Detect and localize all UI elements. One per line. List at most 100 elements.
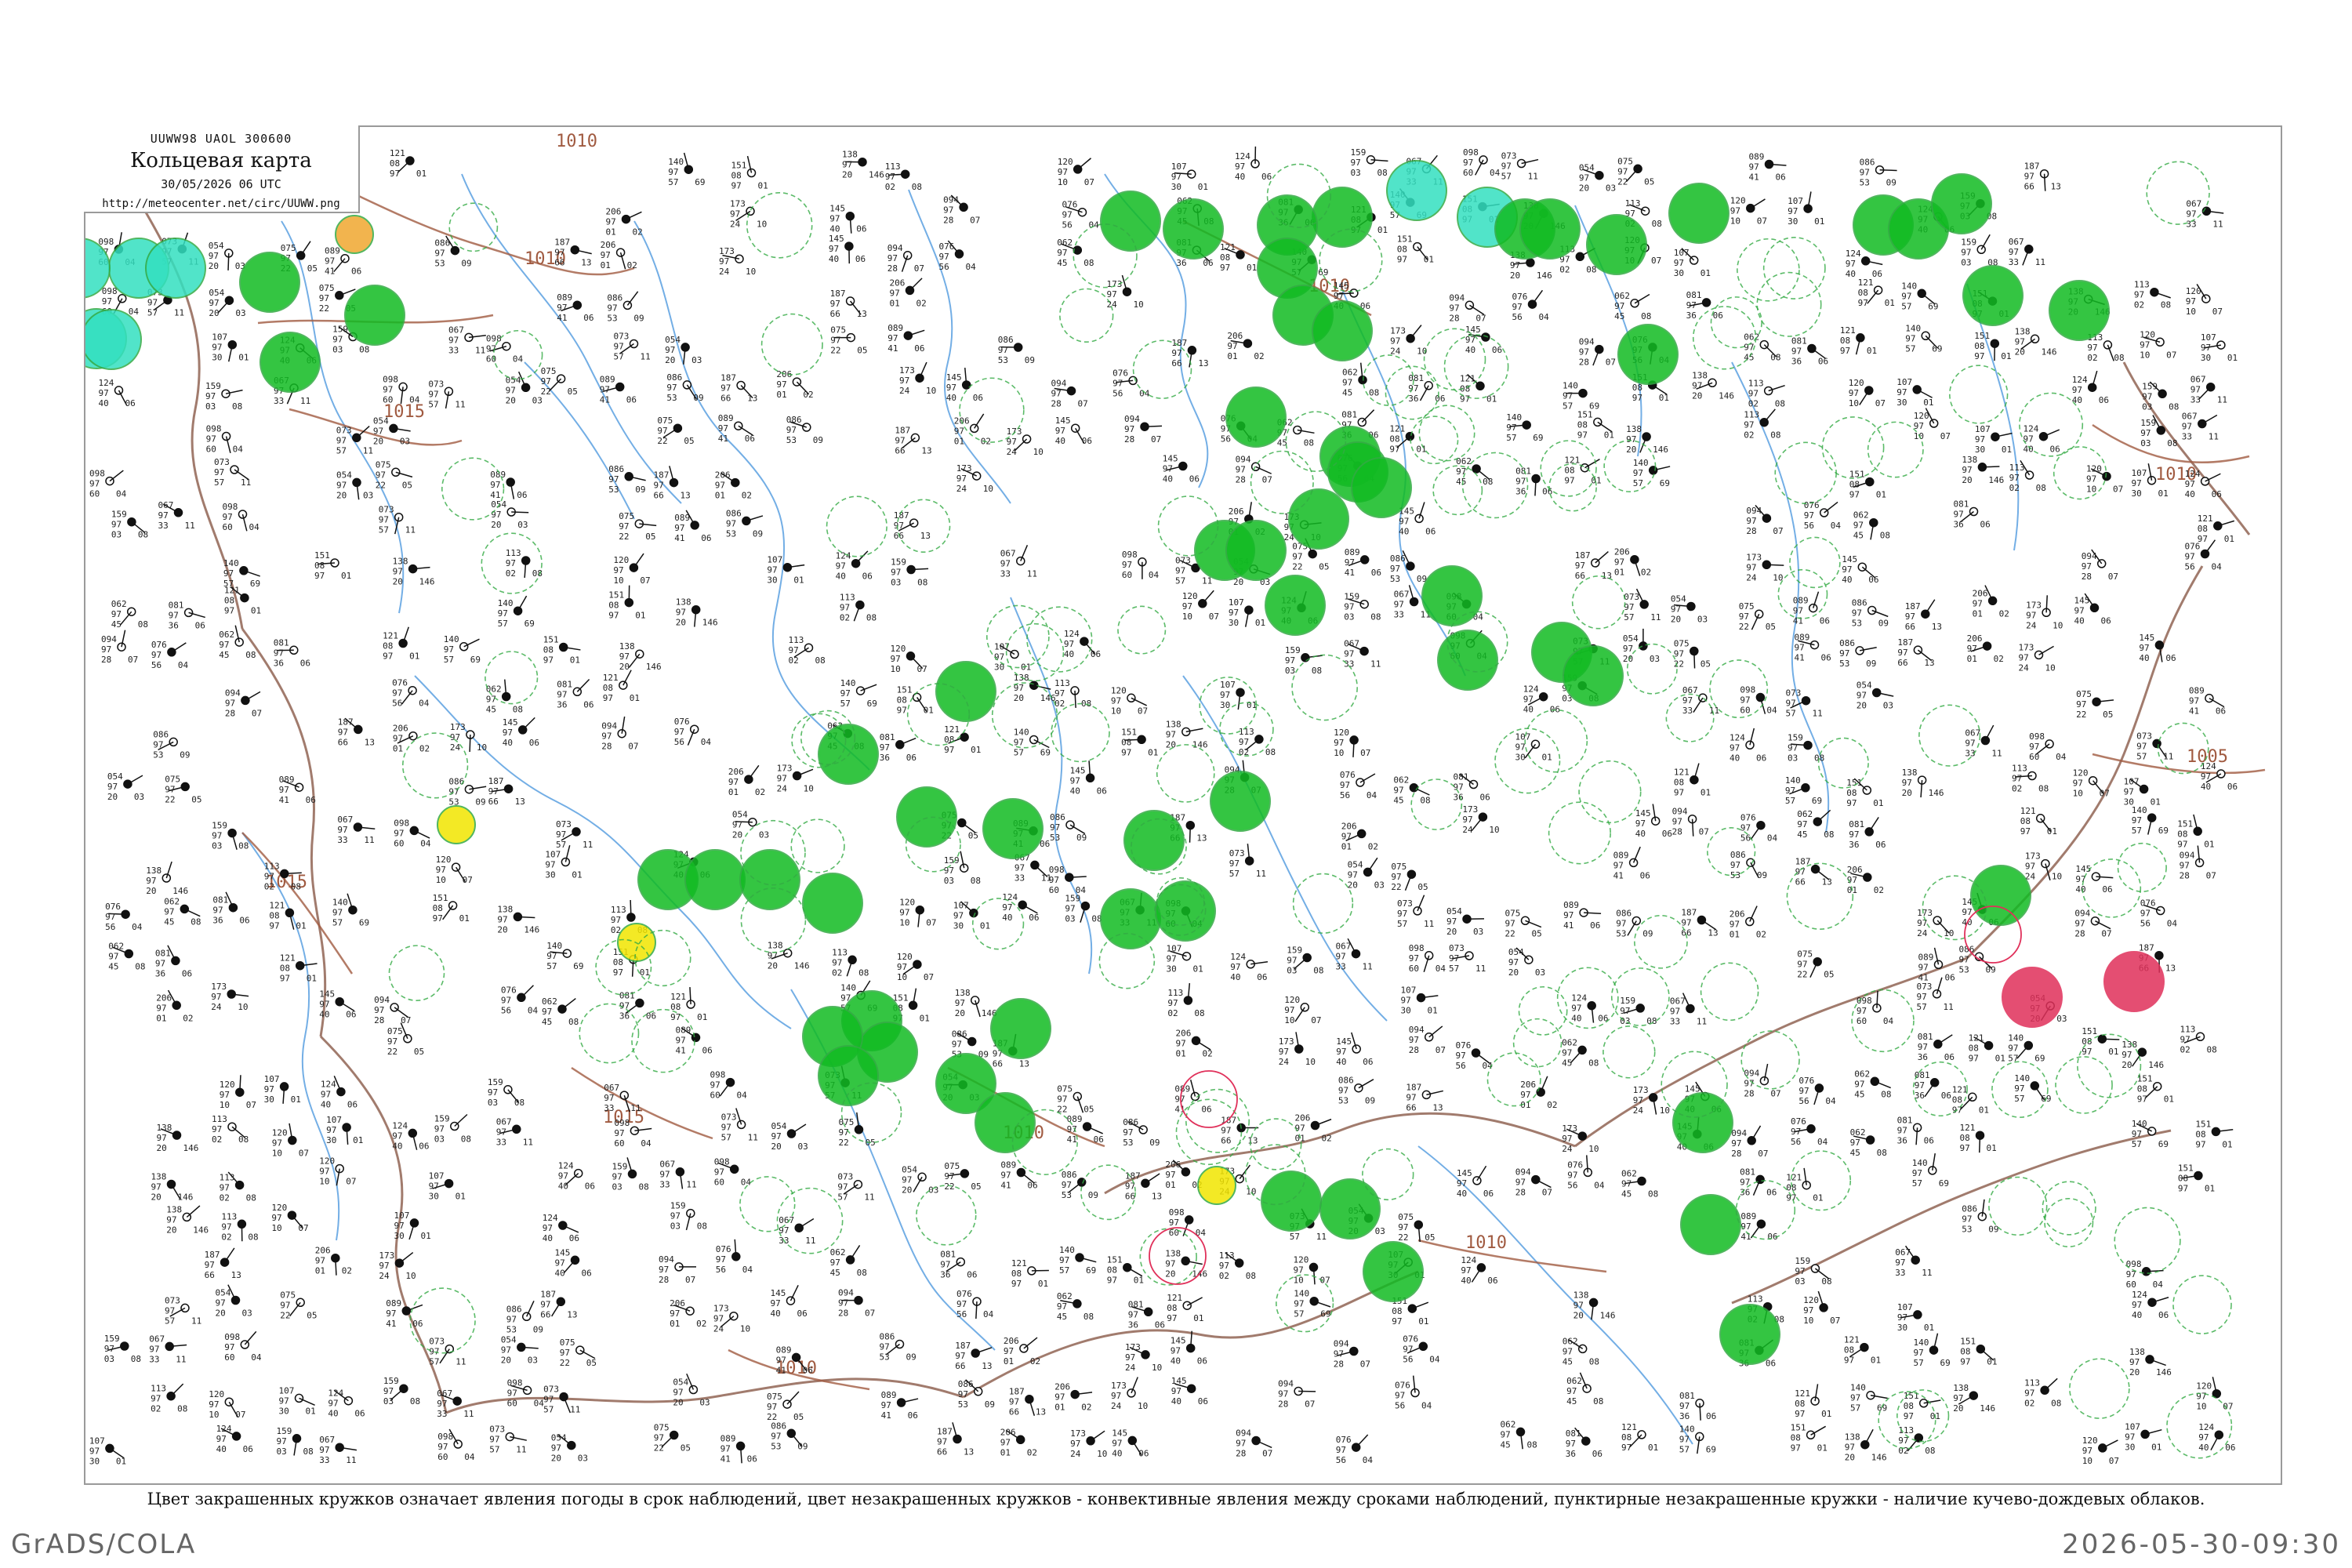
weather-circle-rain: [1586, 214, 1647, 275]
station-temp: 97: [392, 688, 402, 699]
station-pressure: 145: [1635, 808, 1651, 818]
footer-timestamp: 2026-05-30-09:30: [2062, 1529, 2341, 1560]
map-url[interactable]: http://meteocenter.net/circ/UUWW.png: [84, 198, 358, 210]
station-dew: 57: [1914, 1358, 1924, 1368]
station-temp: 97: [1235, 162, 1245, 172]
station-dew: 20: [1671, 615, 1681, 625]
station-temp: 08: [1960, 1133, 1970, 1143]
station-dew: 60: [89, 489, 100, 499]
station-model: 120971007: [2186, 284, 2223, 317]
station-temp: 08: [1858, 288, 1868, 298]
station-extra: 08: [1881, 1089, 1891, 1099]
station-model: 107973001: [1896, 377, 1933, 408]
station-temp: 97: [1670, 1007, 1680, 1017]
station-dew: 10: [891, 664, 901, 674]
station-dew: 57: [1624, 612, 1634, 622]
station-dew: 28: [1449, 313, 1459, 323]
station-extra: 04: [528, 1005, 539, 1015]
station-model: 1389720146: [676, 597, 718, 628]
station-extra: 08: [1083, 258, 1094, 268]
station-dot: [1642, 432, 1651, 441]
station-temp: 97: [1409, 1035, 1419, 1045]
wind-barb: [626, 291, 639, 306]
station-pressure: 120: [1730, 196, 1746, 206]
station-dew: 40: [2074, 615, 2085, 626]
station-pressure: 073: [1501, 151, 1517, 162]
station-extra: 09: [1076, 833, 1087, 843]
station-temp: 97: [1058, 167, 1068, 177]
station-extra: 06: [351, 267, 361, 277]
station-extra: 09: [1642, 929, 1653, 939]
station-pressure: 159: [383, 1376, 399, 1386]
station-extra: 05: [968, 831, 978, 841]
station-model: 1389720146: [157, 1123, 199, 1153]
station-model: 107973001: [394, 1210, 431, 1241]
station-model: 054972003: [501, 1334, 539, 1365]
station-dew: 40: [1163, 474, 1173, 485]
cb-ring: [1774, 441, 1837, 505]
station-temp: 08: [2020, 816, 2031, 826]
station-dew: 10: [220, 1100, 230, 1110]
station-dew: 97: [383, 652, 393, 662]
station-temp: 97: [212, 906, 223, 916]
station-pressure: 073: [336, 425, 352, 435]
station-extra: 13: [681, 491, 691, 501]
station-pressure: 159: [205, 381, 221, 391]
station-dew: 56: [1567, 1180, 1577, 1190]
station-dew: 45: [486, 705, 496, 715]
station-dew: 60: [223, 522, 233, 532]
station-temp: 97: [885, 172, 895, 182]
station-dew: 53: [1050, 833, 1060, 843]
station-pressure: 094: [1672, 807, 1688, 817]
station-extra: 06: [1487, 1276, 1497, 1286]
station-pressure: 140: [2132, 1119, 2147, 1129]
station-extra: 03: [1697, 615, 1708, 625]
station-pressure: 124: [2072, 375, 2088, 385]
station-dew: 03: [1788, 753, 1798, 764]
station-extra: 10: [926, 386, 936, 396]
station-pressure: 067: [1344, 639, 1359, 649]
station-dew: 22: [1674, 659, 1684, 670]
station-extra: 04: [1817, 1137, 1828, 1147]
station-model: 098976004: [437, 1428, 475, 1462]
station-temp: 97: [1230, 962, 1240, 972]
station-extra: 02: [183, 1013, 193, 1023]
station-temp: 97: [1070, 1439, 1080, 1449]
station-model: 086975309: [1338, 1076, 1375, 1106]
station-temp: 97: [1457, 1178, 1467, 1189]
station-pressure: 113: [2009, 463, 2025, 473]
station-dew: 56: [1791, 1137, 1801, 1147]
station-extra: 06: [182, 968, 192, 978]
station-pressure: 081: [1686, 290, 1702, 300]
station-model: 075972205: [767, 1391, 804, 1422]
station-dew: 33: [496, 1137, 506, 1147]
station-model: 145974006: [771, 1284, 808, 1319]
station-model: 098976004: [1740, 685, 1777, 716]
station-pressure: 107: [545, 850, 561, 860]
station-dew: 57: [2014, 1094, 2024, 1104]
station-pressure: 094: [2074, 909, 2090, 919]
station-pressure: 086: [153, 729, 169, 739]
station-pressure: 094: [374, 995, 390, 1005]
station-temp: 97: [668, 167, 678, 177]
station-temp: 97: [1338, 1086, 1348, 1096]
station-dew: 97: [433, 913, 443, 924]
station-model: 081973606: [1128, 1299, 1165, 1330]
station-dew: 40: [2139, 653, 2149, 663]
station-pressure: 140: [546, 941, 562, 951]
station-extra: 07: [1757, 216, 1767, 227]
station-dew: 33: [337, 835, 347, 845]
station-model: 1389720146: [1962, 455, 2004, 485]
station-dew: 30: [1167, 964, 1177, 975]
station-temp: 08: [2177, 829, 2187, 839]
station-temp: 97: [956, 474, 967, 484]
station-model: 124974006: [216, 1424, 253, 1454]
station-pressure: 062: [1621, 1169, 1637, 1179]
station-extra: 07: [926, 918, 936, 928]
cb-ring: [1949, 365, 2009, 424]
station-extra: 01: [1418, 1316, 1428, 1327]
station-model: 113970208: [1744, 408, 1780, 441]
station-dew: 24: [1007, 447, 1018, 457]
station-dew: 22: [839, 1138, 849, 1148]
station-temp: 97: [498, 608, 508, 619]
